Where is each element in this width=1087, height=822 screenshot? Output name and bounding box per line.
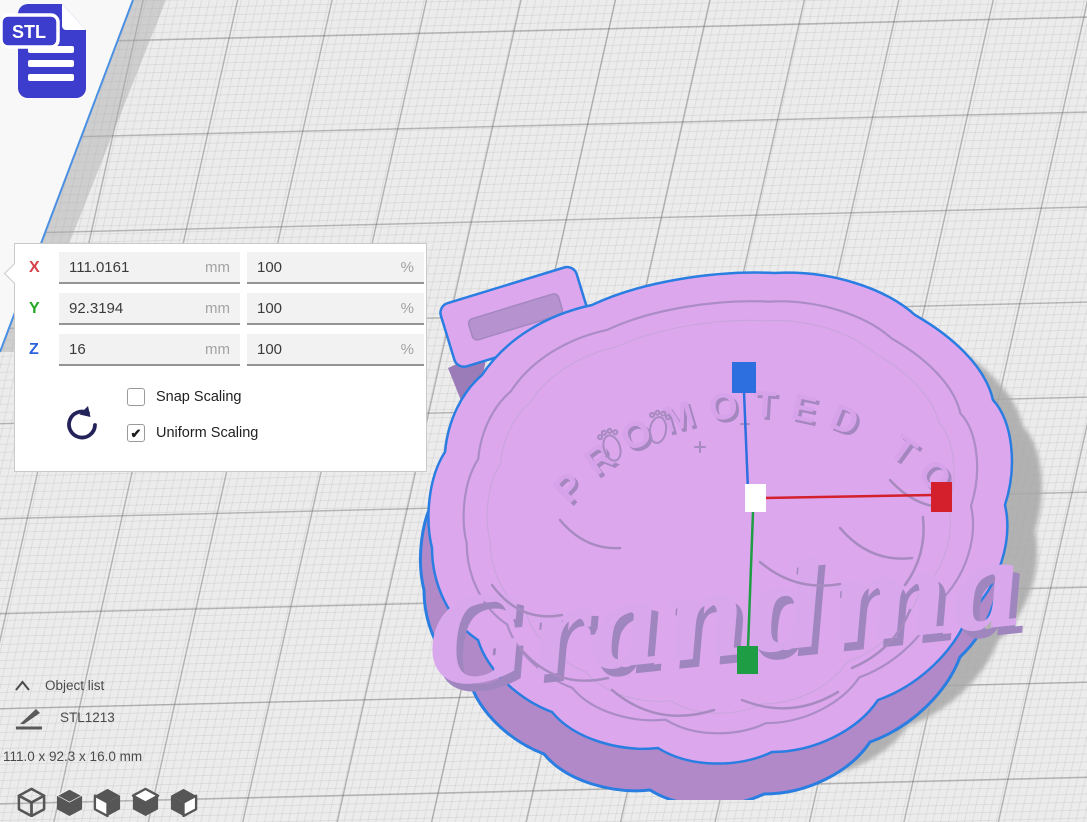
object-list-toggle[interactable]: Object list: [14, 678, 104, 693]
view-right-button[interactable]: [168, 786, 199, 817]
view-front-icon: [54, 786, 85, 817]
view-top-button[interactable]: [130, 786, 161, 817]
scale-row-z: Z mm %: [29, 333, 426, 367]
uniform-scaling-checkbox[interactable]: ✔ Uniform Scaling: [127, 424, 258, 442]
view-3d-icon: [16, 786, 47, 817]
scale-row-y: Y mm %: [29, 292, 426, 326]
view-left-icon: [92, 786, 123, 817]
view-front-button[interactable]: [54, 786, 85, 817]
x-size-input[interactable]: [69, 259, 199, 276]
view-right-icon: [168, 786, 199, 817]
view-3d-button[interactable]: [16, 786, 47, 817]
x-percent-field: %: [247, 252, 424, 284]
reset-icon: [61, 404, 101, 446]
snap-scaling-label: Snap Scaling: [156, 389, 241, 405]
edit-pencil-icon: [12, 704, 44, 730]
scale-panel: X mm % Y mm % Z mm %: [14, 243, 427, 472]
model-dimensions-label: 111.0 x 92.3 x 16.0 mm: [3, 749, 142, 764]
view-left-button[interactable]: [92, 786, 123, 817]
gizmo-z-handle[interactable]: [732, 362, 756, 393]
chevron-up-icon: [14, 680, 31, 692]
z-size-field: mm: [59, 334, 240, 366]
stl-badge: STL: [1, 15, 58, 47]
view-top-icon: [130, 786, 161, 817]
z-percent-unit-label: %: [401, 341, 414, 358]
x-unit-label: mm: [205, 259, 230, 276]
z-unit-label: mm: [205, 341, 230, 358]
axis-y-label: Y: [29, 300, 59, 318]
slicer-app: { "stl_icon": { "badge": "STL" }, "scale…: [0, 0, 1087, 822]
object-list-label: Object list: [45, 678, 104, 693]
y-percent-unit-label: %: [401, 300, 414, 317]
y-percent-field: %: [247, 293, 424, 325]
gizmo-y-handle[interactable]: [737, 646, 758, 674]
gizmo-center-handle[interactable]: [745, 484, 766, 512]
z-size-input[interactable]: [69, 341, 199, 358]
y-size-field: mm: [59, 293, 240, 325]
x-percent-unit-label: %: [401, 259, 414, 276]
scale-row-x: X mm %: [29, 251, 426, 285]
z-percent-field: %: [247, 334, 424, 366]
gizmo-x-handle[interactable]: [931, 482, 952, 512]
y-percent-input[interactable]: [257, 300, 395, 317]
axis-z-label: Z: [29, 341, 59, 359]
uniform-scaling-box[interactable]: ✔: [127, 424, 145, 442]
x-size-field: mm: [59, 252, 240, 284]
reset-scale-button[interactable]: [61, 404, 101, 446]
x-percent-input[interactable]: [257, 259, 395, 276]
uniform-scaling-label: Uniform Scaling: [156, 425, 258, 441]
svg-text:STL: STL: [12, 22, 46, 42]
y-unit-label: mm: [205, 300, 230, 317]
object-list-item[interactable]: STL1213: [12, 704, 115, 730]
object-item-name: STL1213: [60, 710, 115, 725]
snap-scaling-box[interactable]: [127, 388, 145, 406]
view-toolbar: [16, 786, 199, 817]
model-mold-promoted-to-grandma[interactable]: PROMOTED TO PROMOTED TO Grandma Grandma: [390, 240, 1087, 800]
axis-x-label: X: [29, 259, 59, 277]
stl-file-icon: STL: [0, 2, 94, 102]
y-size-input[interactable]: [69, 300, 199, 317]
z-percent-input[interactable]: [257, 341, 395, 358]
snap-scaling-checkbox[interactable]: Snap Scaling: [127, 388, 241, 406]
